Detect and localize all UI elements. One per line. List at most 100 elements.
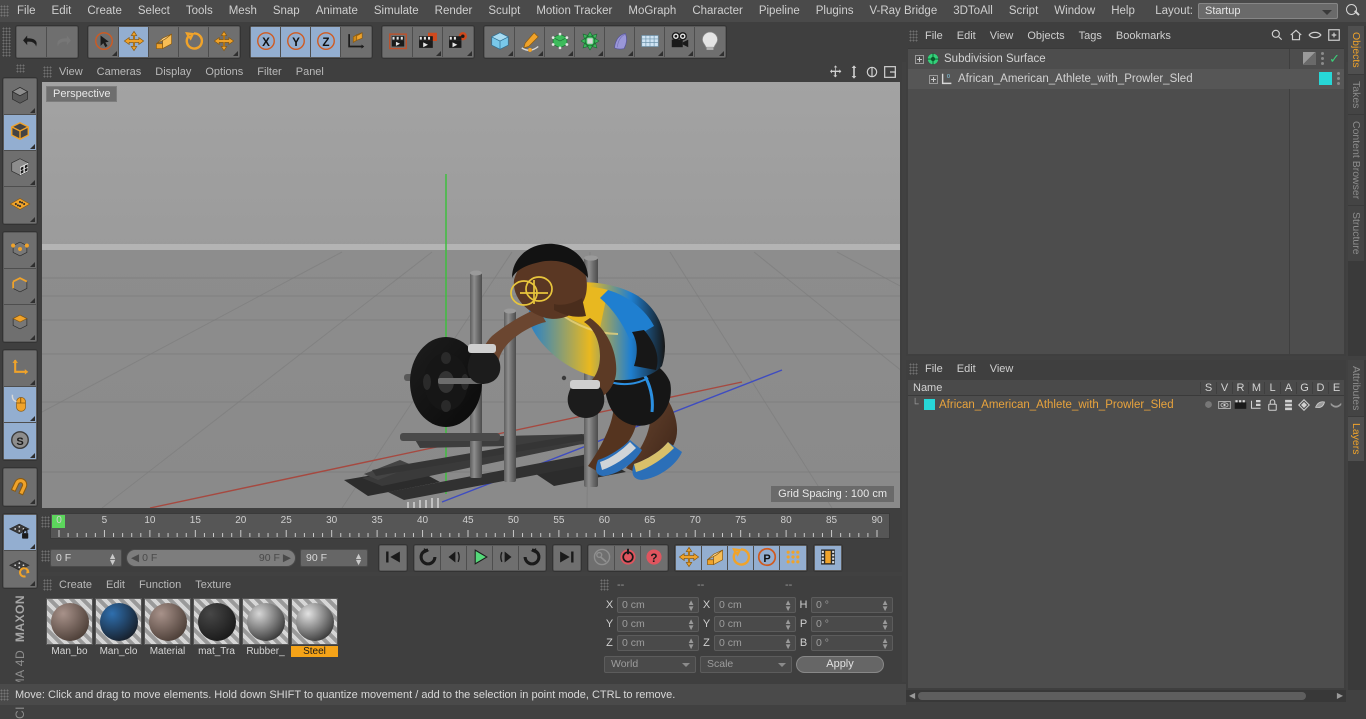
expand-corner-icon[interactable] [30,298,35,303]
home-icon[interactable] [1289,28,1303,45]
object-menu-objects[interactable]: Objects [1020,26,1071,46]
toolbar-button-scale[interactable] [149,27,179,57]
coord-position-field-Y[interactable]: 0 cm ▲ ▼ [617,616,699,632]
timeline-button-previous-frame[interactable] [441,546,467,570]
stepper-icon[interactable]: ▲ ▼ [881,618,889,632]
layer-color-swatch[interactable] [924,399,935,410]
toolbar-button-deformers[interactable] [575,27,605,57]
left-button-snap-toggle[interactable]: S [4,423,36,459]
coordinate-mode-dropdown[interactable]: Scale [700,656,792,673]
menu-item-plugins[interactable]: Plugins [808,0,862,22]
toolbar-button-cube-primitive[interactable] [485,27,515,57]
left-button-texture-mode[interactable] [4,151,36,187]
left-button-viewport-solo[interactable] [4,387,36,423]
expand-corner-icon[interactable] [598,51,603,56]
layer-column-A[interactable]: A [1280,381,1296,394]
expand-corner-icon[interactable] [688,51,693,56]
expand-corner-icon[interactable] [719,51,724,56]
left-toolbar-grip[interactable] [15,64,25,73]
layer-visible-toggle[interactable] [1216,396,1232,413]
layer-generator-toggle[interactable] [1296,396,1312,413]
object-menu-view[interactable]: View [983,26,1021,46]
layer-column-S[interactable]: S [1200,381,1216,394]
timeline-button-next-frame[interactable] [493,546,519,570]
menu-item-window[interactable]: Window [1046,0,1103,22]
toolbar-button-move[interactable] [119,27,149,57]
material-item-5[interactable]: Steel [291,598,338,657]
layer-manager-grip[interactable] [909,363,918,375]
expand-corner-icon[interactable] [568,51,573,56]
timeline-button-loop-right[interactable] [519,546,545,570]
toolbar-button-x-axis[interactable]: X [251,27,281,57]
object-menu-bookmarks[interactable]: Bookmarks [1109,26,1178,46]
coord-size-field-Z[interactable]: 0 cm ▲ ▼ [714,635,796,651]
left-button-make-editable[interactable] [4,79,36,115]
menu-item-help[interactable]: Help [1103,0,1143,22]
layer-solo-toggle[interactable] [1200,396,1216,413]
timeline-button-keyframe-selection[interactable]: ? [641,546,667,570]
object-menu-tags[interactable]: Tags [1072,26,1109,46]
timeline-ctrl-grip[interactable] [41,550,50,562]
toolbar-button-live-selection[interactable] [89,27,119,57]
menu-item-pipeline[interactable]: Pipeline [751,0,808,22]
viewport-menu-display[interactable]: Display [148,62,198,82]
scrollbar-thumb[interactable] [918,692,1306,700]
eye-icon[interactable] [1308,29,1322,44]
material-item-2[interactable]: Material [144,598,191,657]
expand-corner-icon[interactable] [30,581,35,586]
right-tab-content-browser[interactable]: Content Browser [1348,115,1364,206]
expand-corner-icon[interactable] [112,51,117,56]
material-menu-create[interactable]: Create [52,576,99,594]
viewport-menu-filter[interactable]: Filter [250,62,288,82]
expand-corner-icon[interactable] [467,51,472,56]
material-menu-function[interactable]: Function [132,576,188,594]
pan-icon[interactable] [828,64,844,80]
right-tab-objects[interactable]: Objects [1348,26,1364,74]
menu-item-create[interactable]: Create [79,0,130,22]
material-item-4[interactable]: Rubber_ [242,598,289,657]
timeline-button-param-key[interactable]: P [754,546,780,570]
timeline-button-go-to-start[interactable] [380,546,406,570]
orbit-icon[interactable] [864,64,880,80]
toolbar-button-world-object-axis[interactable] [341,27,371,57]
stepper-icon[interactable]: ▲ ▼ [687,599,695,613]
layer-row-0[interactable]: └ African_American_Athlete_with_Prowler_S… [908,396,1344,413]
toolbar-button-rotate[interactable] [179,27,209,57]
menu-item-character[interactable]: Character [684,0,751,22]
viewport-menu-options[interactable]: Options [198,62,250,82]
timeline-ruler[interactable]: 0 5 10 15 20 25 30 35 40 45 50 55 60 65 70 75 80 85 90 [50,513,890,539]
stepper-icon[interactable]: ▲ ▼ [784,618,792,632]
right-tab-structure[interactable]: Structure [1348,206,1364,261]
stepper-icon[interactable]: ▲ ▼ [784,637,792,651]
menu-item-3dtoall[interactable]: 3DToAll [945,0,1001,22]
toolbar-button-undo[interactable] [17,27,47,57]
expand-corner-icon[interactable] [436,51,441,56]
search-icon[interactable] [1270,28,1284,45]
layer-animation-toggle[interactable] [1280,396,1296,413]
expand-corner-icon[interactable] [30,499,35,504]
expand-corner-icon[interactable] [30,380,35,385]
coordinates-grip[interactable] [600,579,609,591]
apply-button[interactable]: Apply [796,656,884,673]
menu-item-simulate[interactable]: Simulate [366,0,427,22]
dolly-icon[interactable] [846,64,862,80]
expand-corner-icon[interactable] [233,51,238,56]
left-button-workplane[interactable] [4,187,36,223]
layer-column-V[interactable]: V [1216,381,1232,394]
menu-item-mesh[interactable]: Mesh [221,0,265,22]
layer-column-L[interactable]: L [1264,381,1280,394]
expand-corner-icon[interactable] [628,51,633,56]
status-grip[interactable] [0,688,9,701]
toolbar-button-spline-pen[interactable] [515,27,545,57]
expand-corner-icon[interactable] [658,51,663,56]
object-tree[interactable]: Subdivision Surface ✓ 0 African_American_At… [908,48,1344,354]
layer-lock-toggle[interactable] [1264,396,1280,413]
layer-deformer-toggle[interactable] [1312,396,1328,413]
expand-corner-icon[interactable] [30,180,35,185]
viewport-menu-panel[interactable]: Panel [289,62,331,82]
coord-rotation-field-P[interactable]: 0 ° ▲ ▼ [811,616,893,632]
expand-corner-icon[interactable] [30,335,35,340]
layer-manager-toggle[interactable] [1248,396,1264,413]
toolbar-button-render-settings[interactable] [443,27,473,57]
layer-rows[interactable]: └ African_American_Athlete_with_Prowler_S… [908,396,1344,688]
